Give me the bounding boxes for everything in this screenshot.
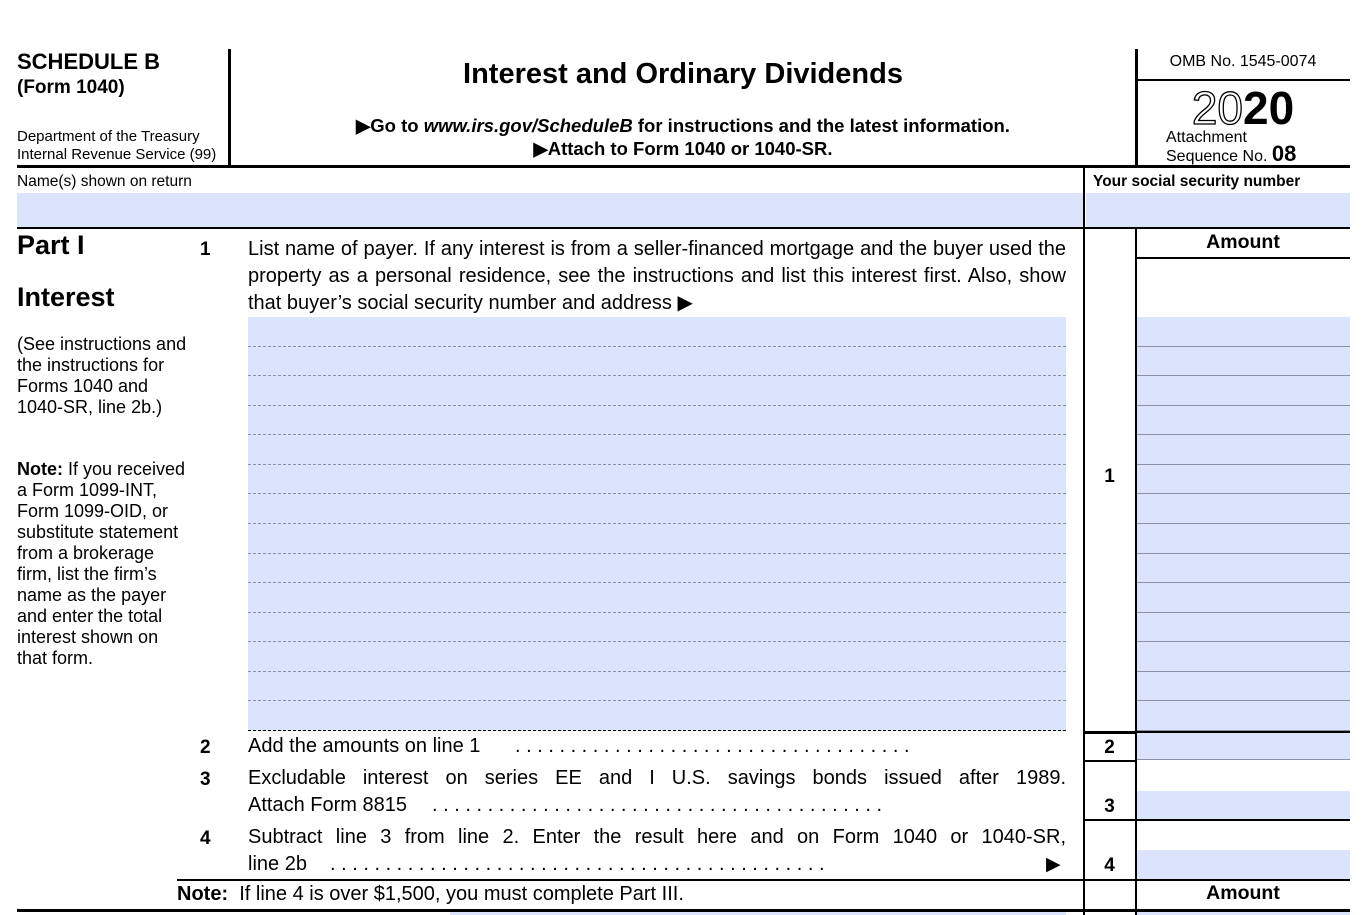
line-1-number: 1 (200, 239, 211, 260)
attachment-label: Attachment (1166, 129, 1247, 146)
line-2-leader-dots: . . . . . . . . . . . . . . . . . . . . … (515, 735, 910, 757)
tax-year-bold: 20 (1243, 82, 1295, 134)
payer-name-field[interactable] (248, 701, 1066, 731)
payer-amount-field[interactable] (1137, 317, 1350, 347)
ssn-field[interactable] (1086, 193, 1350, 227)
name-field[interactable] (17, 193, 1083, 227)
payer-amount-field[interactable] (1137, 612, 1350, 643)
payer-name-field[interactable] (248, 376, 1066, 406)
sequence-label: Sequence No. (1166, 148, 1268, 165)
payer-name-field[interactable] (248, 612, 1066, 643)
payer-amount-field[interactable] (1137, 405, 1350, 436)
amount-column-header: Amount (1206, 231, 1280, 253)
payer-amount-list (1137, 317, 1350, 731)
attach-instruction: ▶Attach to Form 1040 or 1040-SR. (533, 138, 833, 159)
line-4-amount-field[interactable] (1137, 850, 1350, 879)
line-3-box-number: 3 (1104, 796, 1115, 817)
line-2-text: Add the amounts on line 1 (248, 735, 481, 757)
part-label: Part I (17, 230, 85, 260)
payer-amount-field[interactable] (1137, 346, 1350, 377)
payer-amount-field[interactable] (1137, 642, 1350, 672)
payer-name-field[interactable] (248, 464, 1066, 495)
line-4-text-continued: line 2b (248, 853, 307, 875)
payer-name-field[interactable] (248, 642, 1066, 672)
line-2-bottom-rule (1083, 760, 1136, 762)
arrow-right-icon: ▶ (1046, 854, 1061, 875)
payer-amount-field[interactable] (1137, 583, 1350, 613)
line-2-amount-field[interactable] (1137, 733, 1350, 760)
line-1-box-number: 1 (1104, 466, 1115, 487)
payer-amount-field[interactable] (1137, 524, 1350, 554)
line-3-number: 3 (200, 769, 211, 790)
side-note: Note: If you received a Form 1099-INT, F… (17, 459, 187, 669)
bottom-note-label: Note: (177, 883, 229, 905)
payer-name-field[interactable] (248, 524, 1066, 554)
payer-amount-field[interactable] (1137, 494, 1350, 524)
irs-url-link[interactable]: www.irs.gov/ScheduleB (424, 115, 633, 136)
schedule-title: SCHEDULE B (17, 49, 161, 74)
line-1-text: List name of payer. If any interest is f… (248, 238, 1066, 314)
part-name: Interest (17, 282, 115, 312)
side-note-text: If you received a Form 1099-INT, Form 10… (17, 459, 186, 668)
header-bottom-rule (17, 165, 1350, 168)
payer-list (248, 317, 1066, 731)
omb-number: OMB No. 1545-0074 (1169, 53, 1317, 70)
payer-name-field[interactable] (248, 671, 1066, 702)
payer-amount-field[interactable] (1137, 553, 1350, 584)
sequence-number-line: Sequence No. 08 (1166, 143, 1296, 166)
line-4-number: 4 (200, 828, 211, 849)
payer-amount-field[interactable] (1137, 671, 1350, 702)
line-4-text: Subtract line 3 from line 2. Enter the r… (248, 826, 1066, 848)
amount-header-rule (1136, 257, 1350, 259)
part1-bottom-note: Note: If line 4 is over $1,500, you must… (177, 883, 684, 906)
omb-divider (1138, 79, 1350, 81)
line-3-text-continued: Attach Form 8815 (248, 794, 407, 816)
payer-name-field[interactable] (248, 494, 1066, 524)
line-2-box-number: 2 (1104, 737, 1115, 758)
payer-amount-field[interactable] (1137, 376, 1350, 406)
payer-name-field[interactable] (248, 553, 1066, 584)
ssn-label: Your social security number (1093, 173, 1301, 190)
line-2-number: 2 (200, 737, 211, 758)
line-3-amount-field[interactable] (1137, 791, 1350, 820)
payer-amount-field[interactable] (1137, 435, 1350, 465)
payer-name-field[interactable] (248, 583, 1066, 613)
payer-amount-field[interactable] (1137, 464, 1350, 495)
side-note-label: Note: (17, 459, 63, 479)
department-name: Department of the Treasury (17, 128, 200, 145)
goto-suffix: for instructions and the latest informat… (632, 115, 1010, 136)
part2-amount-column-header: Amount (1206, 882, 1280, 904)
sequence-number: 08 (1271, 141, 1297, 166)
line-3-text: Excludable interest on series EE and I U… (248, 767, 1066, 789)
line-4-leader-dots: . . . . . . . . . . . . . . . . . . . . … (330, 853, 825, 875)
bottom-note-text: If line 4 is over $1,500, you must compl… (228, 883, 684, 905)
payer-name-field[interactable] (248, 435, 1066, 465)
line-3-leader-dots: . . . . . . . . . . . . . . . . . . . . … (432, 794, 883, 816)
instructions-link-line: ▶Go to www.irs.gov/ScheduleB for instruc… (231, 115, 1135, 137)
tax-year-outline: 20 (1191, 81, 1243, 134)
line-4-box-number: 4 (1104, 855, 1115, 876)
side-note-instructions: (See instructions and the instructions f… (17, 334, 187, 417)
payer-name-field[interactable] (248, 317, 1066, 347)
line-4-bottom-rule (177, 879, 1350, 881)
tax-year: 2020 (1138, 81, 1348, 134)
payer-name-field[interactable] (248, 346, 1066, 377)
payer-name-field[interactable] (248, 405, 1066, 436)
name-row-rule (17, 227, 1350, 229)
form-title: Interest and Ordinary Dividends (463, 58, 903, 90)
line-3-bottom-rule (1083, 819, 1350, 821)
name-label: Name(s) shown on return (17, 173, 192, 190)
schedule-form-ref: (Form 1040) (17, 77, 125, 98)
goto-prefix: ▶Go to (356, 115, 424, 136)
agency-name: Internal Revenue Service (99) (17, 146, 217, 163)
ssn-divider (1083, 168, 1085, 228)
payer-amount-field[interactable] (1137, 701, 1350, 731)
